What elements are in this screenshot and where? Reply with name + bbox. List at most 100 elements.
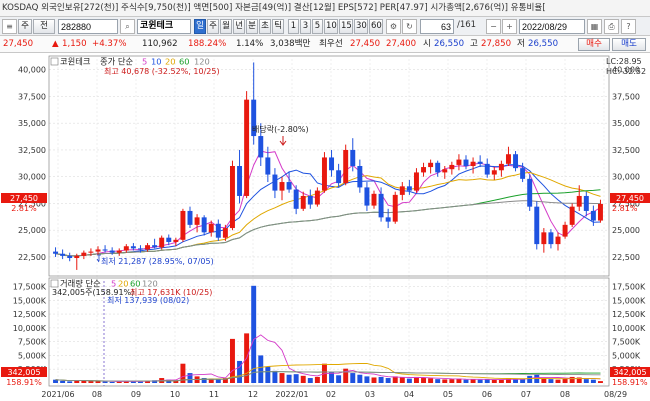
- volume-bar: [428, 378, 434, 383]
- price-tick-label: 37,500: [18, 92, 46, 101]
- candle-body: [343, 149, 349, 184]
- volume-bar: [583, 379, 589, 383]
- volume-legend-checkbox[interactable]: [50, 279, 59, 288]
- date-input[interactable]: [519, 19, 585, 34]
- period-button-year[interactable]: 년: [233, 19, 245, 34]
- zoom-in-icon[interactable]: +: [502, 19, 517, 34]
- legend-checkbox[interactable]: [50, 57, 59, 66]
- zoom-out-icon[interactable]: −: [486, 19, 501, 34]
- period-button-month[interactable]: 월: [220, 19, 232, 34]
- adjust-select-button[interactable]: 전: [33, 19, 55, 34]
- market-toggle-button[interactable]: 주: [18, 19, 32, 34]
- volume-bar: [336, 375, 342, 383]
- menu-icon[interactable]: ≡: [2, 19, 17, 34]
- current-price-tag-right-text: 27,450: [616, 194, 644, 203]
- buy-button[interactable]: 매수: [578, 38, 610, 51]
- candle-body: [378, 193, 384, 218]
- price-change-pct: +4.37%: [92, 39, 127, 49]
- print-icon[interactable]: ⎙: [604, 19, 619, 34]
- candle-body: [321, 157, 327, 191]
- period-button-minute[interactable]: 분: [246, 19, 258, 34]
- price-tick-label: 40,000: [18, 66, 46, 75]
- volume-bar: [597, 381, 603, 383]
- volume-bar: [81, 380, 87, 383]
- volume-bar: [477, 379, 483, 383]
- candle-body: [449, 164, 455, 170]
- volume-bar: [513, 379, 519, 383]
- volume-bar: [555, 379, 561, 383]
- change-arrow-icon: ▲: [52, 39, 59, 49]
- period-button-day[interactable]: 일: [194, 19, 206, 34]
- volume-bar: [109, 381, 115, 383]
- candle-body: [95, 249, 101, 252]
- candle-body: [159, 237, 165, 248]
- candle-body: [88, 251, 94, 253]
- stock-chart-canvas[interactable]: 22,50025,00027,50030,00032,50035,00037,5…: [0, 53, 650, 401]
- ma10-line: [55, 164, 601, 257]
- period-button-week[interactable]: 주: [207, 19, 219, 34]
- candle-body: [293, 189, 299, 209]
- candlestick-series: [53, 62, 603, 270]
- candle-body: [421, 167, 427, 173]
- dividend-annotation: 배당락(-2.80%): [252, 124, 309, 134]
- price-panel-frame: [48, 55, 610, 277]
- volume-bar: [60, 380, 66, 383]
- candle-body: [463, 159, 469, 166]
- period-button-second[interactable]: 초: [259, 19, 271, 34]
- price-summary-bar: 27,450 ▲ 1,150 +4.37% 110,962 188.24% 1.…: [0, 36, 650, 53]
- volume-bar: [385, 378, 391, 383]
- volume-bar: [406, 378, 412, 383]
- interval-button-30[interactable]: 30: [354, 19, 368, 34]
- price-tick-label: 22,500: [18, 253, 46, 262]
- refresh-icon[interactable]: ↻: [402, 19, 417, 34]
- turnover-pct: 1.14%: [236, 39, 264, 49]
- help-icon[interactable]: ?: [621, 19, 636, 34]
- volume-tick-label: 10,000K: [13, 324, 47, 333]
- lc-label: LC:28.95: [606, 57, 642, 66]
- sell-button[interactable]: 매도: [612, 38, 646, 51]
- bar-count-input[interactable]: [420, 19, 454, 34]
- candle-body: [229, 166, 235, 229]
- candle-body: [442, 169, 448, 173]
- candle-body: [187, 210, 193, 225]
- volume-tag-right-text: 342,005: [613, 368, 646, 377]
- current-pct-tag-left: 2.81%: [11, 204, 37, 213]
- volume-legend-ma120: 120: [142, 279, 158, 289]
- candle-body: [74, 255, 80, 259]
- candle-body: [237, 166, 243, 196]
- search-icon[interactable]: ⌕: [120, 19, 135, 34]
- chart-toolbar: ≡ 주 전 ⌕ 코윈테크 일 주 월 년 분 초 틱 1 3 5 10 15 3…: [0, 17, 650, 36]
- legend-ma-label: 종가 단순: [100, 57, 134, 67]
- best-ask-price: 27,450: [350, 39, 381, 49]
- candle-body: [364, 187, 370, 206]
- min-price-annotation: 최저 21,287 (28.95%, 07/05): [101, 256, 214, 266]
- low-price: 26,550: [528, 39, 559, 49]
- time-tick-label: 08: [92, 390, 102, 399]
- candle-body: [102, 249, 108, 251]
- period-button-tick[interactable]: 틱: [272, 19, 284, 34]
- stock-name-field[interactable]: 코윈테크: [137, 19, 191, 34]
- hc-label: HC:-32.52: [606, 67, 646, 76]
- volume-axis-right: 2,500K5,000K7,500K10,000K12,500K15,000K1…: [612, 283, 646, 375]
- volume-tick-label: 17,500K: [13, 283, 47, 292]
- best-bid-label: 최우선: [319, 39, 343, 49]
- candle-body: [244, 99, 250, 196]
- interval-button-60[interactable]: 60: [369, 19, 383, 34]
- stock-code-input[interactable]: [58, 19, 118, 34]
- interval-button-1[interactable]: 1: [288, 19, 299, 34]
- interval-button-3[interactable]: 3: [300, 19, 311, 34]
- interval-button-10[interactable]: 10: [324, 19, 338, 34]
- candle-body: [130, 246, 136, 249]
- volume-bar: [307, 378, 313, 383]
- legend-ma60: 60: [179, 57, 190, 67]
- candle-body: [307, 195, 313, 205]
- candle-body: [329, 157, 335, 171]
- interval-button-5[interactable]: 5: [312, 19, 323, 34]
- interval-button-15[interactable]: 15: [339, 19, 353, 34]
- volume-tag-left-text: 342,005: [7, 368, 40, 377]
- candle-body: [201, 217, 207, 233]
- stock-info-bar: KOSDAQ 외국인보유[272(천)] 주식수[9,750(천)] 액면[50…: [0, 0, 650, 17]
- time-tick-label: 07: [521, 390, 531, 399]
- settings-icon[interactable]: ⚙: [386, 19, 401, 34]
- calendar-icon[interactable]: ▦: [587, 19, 602, 34]
